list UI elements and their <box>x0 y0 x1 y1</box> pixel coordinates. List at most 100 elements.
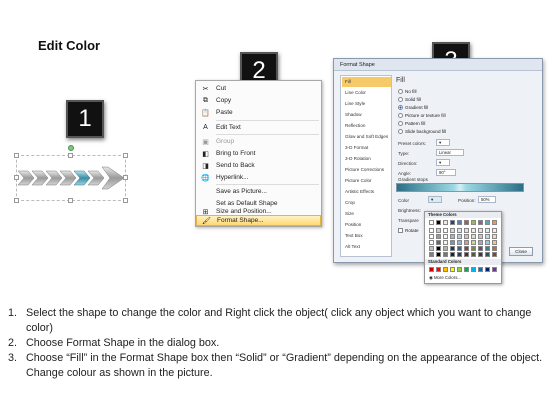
nav-size[interactable]: Size <box>342 209 391 219</box>
color-swatch[interactable] <box>429 234 434 239</box>
standard-color-swatch[interactable] <box>429 267 434 272</box>
color-swatch[interactable] <box>492 246 497 251</box>
menu-item-send-to-back[interactable]: ◨ Send to Back <box>196 160 321 171</box>
color-swatch[interactable] <box>492 234 497 239</box>
nav-position[interactable]: Position <box>342 220 391 230</box>
nav-artistic-effects[interactable]: Artistic Effects <box>342 187 391 197</box>
nav-text-box[interactable]: Text Box <box>342 231 391 241</box>
color-swatch[interactable] <box>450 220 455 225</box>
color-swatch[interactable] <box>457 246 462 251</box>
resize-handle[interactable] <box>123 153 128 158</box>
preset-colors-dropdown[interactable]: ▾ <box>436 139 450 146</box>
color-swatch[interactable] <box>471 252 476 257</box>
nav-line-color[interactable]: Line Color <box>342 88 391 98</box>
color-swatch[interactable] <box>457 240 462 245</box>
nav-reflection[interactable]: Reflection <box>342 121 391 131</box>
resize-handle[interactable] <box>14 175 19 180</box>
resize-handle[interactable] <box>123 198 128 203</box>
color-swatch[interactable] <box>457 234 462 239</box>
color-swatch[interactable] <box>492 240 497 245</box>
nav-picture-corrections[interactable]: Picture Corrections <box>342 165 391 175</box>
color-swatch[interactable] <box>492 220 497 225</box>
radio-slide-bg-fill[interactable]: Slide background fill <box>398 129 446 134</box>
color-swatch[interactable] <box>464 246 469 251</box>
nav-glow[interactable]: Glow and Soft Edges <box>342 132 391 142</box>
color-swatch[interactable] <box>443 234 448 239</box>
color-swatch[interactable] <box>443 228 448 233</box>
color-swatch[interactable] <box>443 220 448 225</box>
position-input[interactable]: 50% <box>478 196 496 203</box>
standard-color-swatch[interactable] <box>443 267 448 272</box>
color-swatch[interactable] <box>478 246 483 251</box>
selected-arrow-shape[interactable] <box>14 145 128 203</box>
direction-dropdown[interactable]: ▾ <box>436 159 450 166</box>
menu-item-bring-to-front[interactable]: ◧ Bring to Front <box>196 148 321 159</box>
resize-handle[interactable] <box>68 153 73 158</box>
resize-handle[interactable] <box>68 198 73 203</box>
color-swatch[interactable] <box>464 220 469 225</box>
radio-pattern-fill[interactable]: Pattern fill <box>398 121 425 126</box>
nav-shadow[interactable]: Shadow <box>342 110 391 120</box>
gradient-stops-bar[interactable] <box>396 183 524 192</box>
color-swatch[interactable] <box>450 234 455 239</box>
standard-color-swatch[interactable] <box>485 267 490 272</box>
color-swatch[interactable] <box>429 228 434 233</box>
color-swatch[interactable] <box>478 252 483 257</box>
nav-alt-text[interactable]: Alt Text <box>342 242 391 252</box>
color-swatch[interactable] <box>457 252 462 257</box>
menu-item-paste[interactable]: 📋 Paste <box>196 107 321 118</box>
color-swatch[interactable] <box>485 220 490 225</box>
nav-picture-color[interactable]: Picture Color <box>342 176 391 186</box>
color-swatch[interactable] <box>457 220 462 225</box>
color-swatch[interactable] <box>485 234 490 239</box>
color-picker-button[interactable]: ▾ <box>428 196 442 203</box>
menu-item-cut[interactable]: ✂ Cut <box>196 83 321 94</box>
close-button[interactable]: Close <box>509 247 533 256</box>
color-swatch[interactable] <box>443 240 448 245</box>
rotate-with-shape-checkbox[interactable]: Rotate <box>398 228 419 233</box>
color-swatch[interactable] <box>436 240 441 245</box>
angle-input[interactable]: 90° <box>436 169 456 176</box>
color-swatch[interactable] <box>471 228 476 233</box>
color-swatch[interactable] <box>429 240 434 245</box>
color-swatch[interactable] <box>471 220 476 225</box>
menu-item-group[interactable]: ▣ Group <box>196 136 321 147</box>
color-swatch[interactable] <box>492 228 497 233</box>
color-swatch[interactable] <box>436 234 441 239</box>
color-swatch[interactable] <box>478 240 483 245</box>
color-swatch[interactable] <box>429 252 434 257</box>
color-swatch[interactable] <box>492 252 497 257</box>
menu-item-hyperlink[interactable]: 🌐 Hyperlink... <box>196 172 321 183</box>
color-swatch[interactable] <box>471 246 476 251</box>
color-swatch[interactable] <box>436 252 441 257</box>
color-swatch[interactable] <box>450 252 455 257</box>
color-swatch[interactable] <box>485 228 490 233</box>
menu-item-copy[interactable]: ⧉ Copy <box>196 95 321 106</box>
resize-handle[interactable] <box>14 153 19 158</box>
color-swatch[interactable] <box>464 240 469 245</box>
standard-color-swatch[interactable] <box>492 267 497 272</box>
radio-gradient-fill[interactable]: Gradient fill <box>398 105 428 110</box>
rotate-handle[interactable] <box>68 145 74 151</box>
color-swatch[interactable] <box>478 220 483 225</box>
standard-color-swatch[interactable] <box>471 267 476 272</box>
color-swatch[interactable] <box>464 252 469 257</box>
standard-color-swatch[interactable] <box>436 267 441 272</box>
color-swatch[interactable] <box>485 240 490 245</box>
color-swatch[interactable] <box>450 240 455 245</box>
menu-item-save-as-picture[interactable]: Save as Picture... <box>196 186 321 197</box>
nav-line-style[interactable]: Line Style <box>342 99 391 109</box>
color-swatch[interactable] <box>429 220 434 225</box>
color-swatch[interactable] <box>471 234 476 239</box>
color-swatch[interactable] <box>464 228 469 233</box>
color-swatch[interactable] <box>436 246 441 251</box>
more-colors-link[interactable]: ◉ More Colors... <box>429 275 461 281</box>
nav-fill[interactable]: Fill <box>342 77 391 87</box>
color-swatch[interactable] <box>443 246 448 251</box>
color-swatch[interactable] <box>450 246 455 251</box>
color-swatch[interactable] <box>485 252 490 257</box>
radio-solid-fill[interactable]: Solid fill <box>398 97 421 102</box>
standard-color-swatch[interactable] <box>464 267 469 272</box>
standard-color-swatch[interactable] <box>478 267 483 272</box>
radio-no-fill[interactable]: No fill <box>398 89 417 94</box>
